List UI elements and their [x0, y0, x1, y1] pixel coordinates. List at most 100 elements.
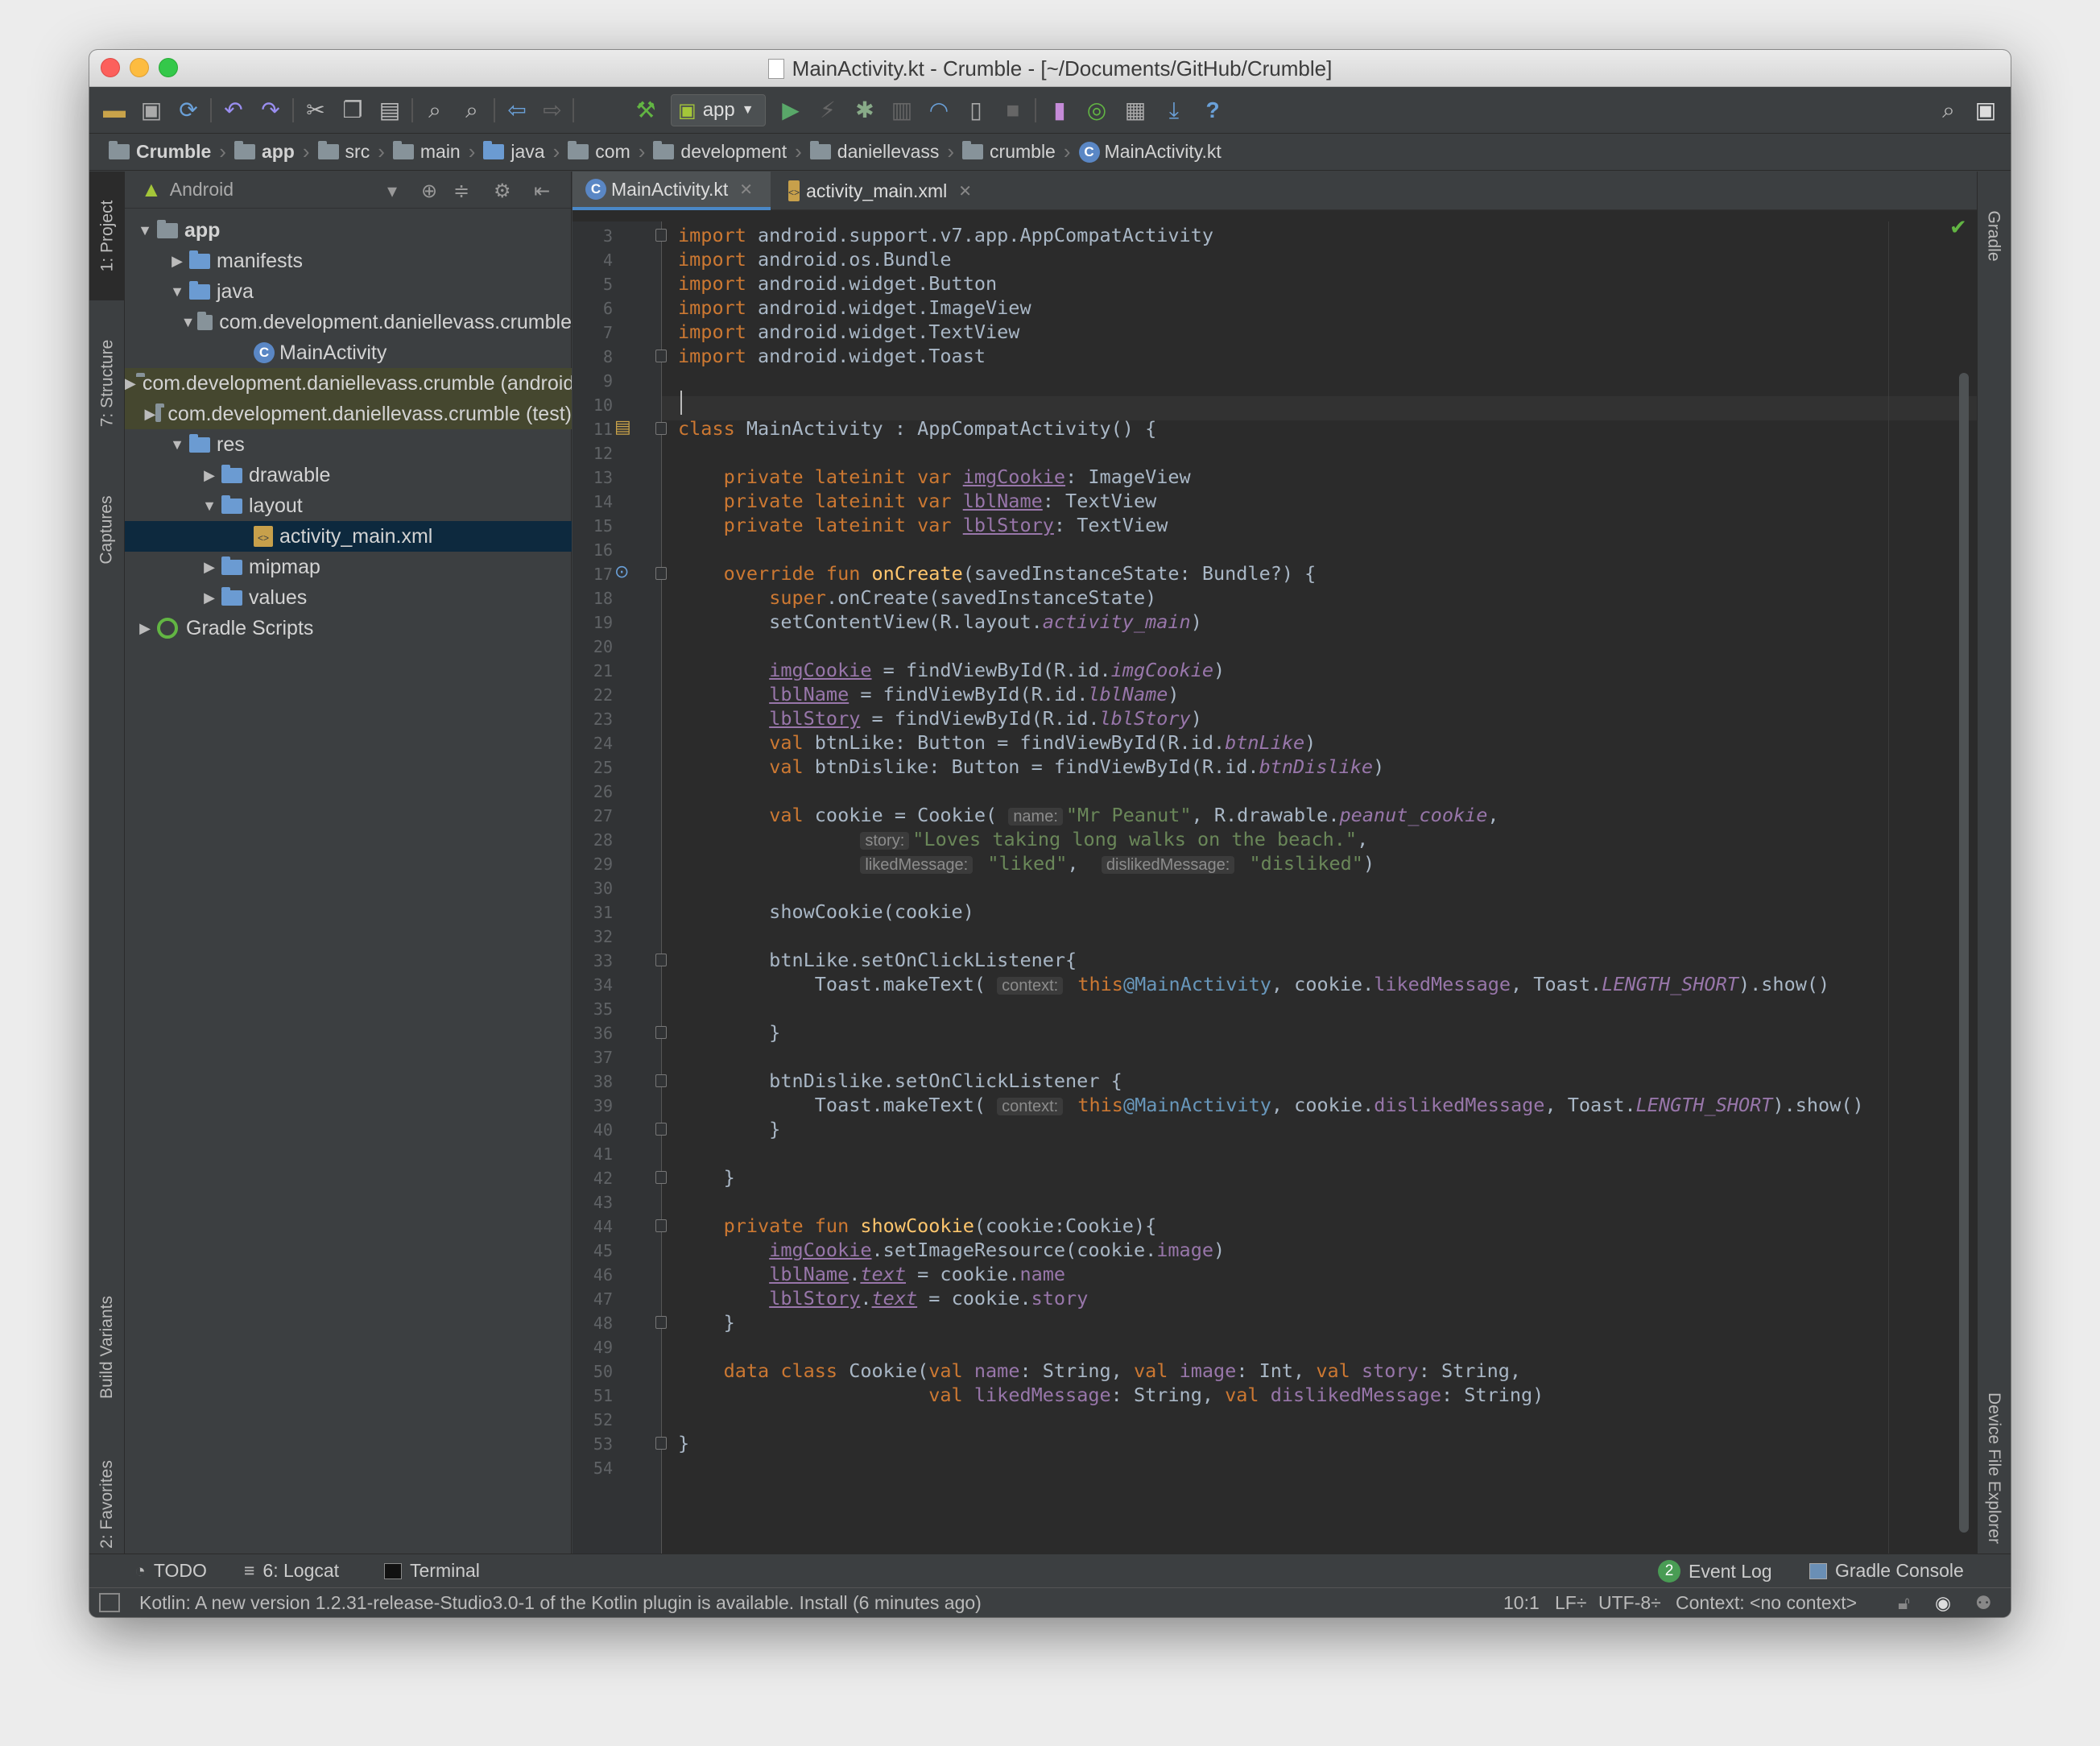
code-line[interactable]: lblName = findViewById(R.id.lblName) [678, 682, 1179, 706]
gear-icon[interactable]: ⚙ [494, 180, 511, 203]
gradle-console-tool-button[interactable]: Gradle Console [1809, 1560, 1964, 1582]
code-line[interactable]: lblName.text = cookie.name [678, 1262, 1065, 1286]
redo-icon[interactable]: ↷ [255, 95, 286, 126]
tool-tab-captures[interactable]: Captures [89, 470, 125, 590]
undo-icon[interactable]: ↶ [218, 95, 249, 126]
code-line[interactable]: showCookie(cookie) [678, 900, 974, 924]
code-line[interactable]: import android.support.v7.app.AppCompatA… [678, 223, 1213, 247]
tool-tab-build-variants[interactable]: Build Variants [89, 1267, 125, 1428]
lock-icon[interactable]: 🔓︎ [1898, 1592, 1910, 1614]
code-line[interactable]: import android.widget.ImageView [678, 296, 1031, 320]
code-line[interactable]: } [678, 1020, 780, 1045]
run-configuration-select[interactable]: ▣ app ▼ [671, 94, 766, 126]
chevron-down-icon[interactable]: ▾ [387, 180, 397, 203]
code-line[interactable]: data class Cookie(val name: String, val … [678, 1359, 1521, 1383]
cut-icon[interactable]: ✂ [300, 95, 331, 126]
breadcrumb-item[interactable]: main [388, 141, 465, 163]
code-line[interactable]: import android.widget.Button [678, 271, 997, 296]
project-tree-item[interactable]: ▼ com.development.daniellevass.crumble [125, 307, 572, 337]
code-line[interactable]: private lateinit var lblName: TextView [678, 489, 1157, 513]
breadcrumb-item[interactable]: development [648, 141, 792, 163]
project-tree-item[interactable]: ▶ com.development.daniellevass.crumble (a… [125, 368, 572, 399]
code-line[interactable]: val cookie = Cookie( name: "Mr Peanut", R… [678, 803, 1499, 827]
code-line[interactable]: private lateinit var lblStory: TextView [678, 513, 1168, 537]
scroll-from-source-icon[interactable]: ⊕ [421, 180, 437, 203]
code-line[interactable]: setContentView(R.layout.activity_main) [678, 610, 1202, 634]
project-tree-item[interactable]: ▼ res [125, 429, 572, 460]
tool-tab-device-file-explorer[interactable]: Device File Explorer [1977, 1380, 2011, 1557]
collapsed-arrow-icon[interactable]: ▶ [165, 253, 189, 270]
code-line[interactable]: import android.widget.TextView [678, 320, 1019, 344]
project-tree-item[interactable]: ▶ com.development.daniellevass.crumble (t… [125, 399, 572, 429]
sync-icon[interactable]: ⟳ [173, 95, 204, 126]
override-method-icon[interactable]: ⊙ [614, 561, 629, 582]
expanded-arrow-icon[interactable]: ▼ [133, 222, 157, 239]
expanded-arrow-icon[interactable]: ▼ [165, 436, 189, 453]
project-tree-item[interactable]: <> activity_main.xml [125, 521, 572, 552]
user-avatar-icon[interactable]: ▣ [1970, 95, 2001, 126]
code-line[interactable]: Toast.makeText( context: this@MainActivi… [678, 972, 1829, 996]
toggle-tool-windows-icon[interactable] [99, 1593, 120, 1612]
code-line[interactable]: story: "Loves taking long walks on the be… [678, 827, 1368, 851]
encoding-select[interactable]: UTF-8÷ [1598, 1592, 1661, 1614]
breadcrumb-item[interactable]: java [478, 141, 549, 163]
editor-scrollbar[interactable] [1959, 373, 1969, 1533]
code-line[interactable]: lblStory.text = cookie.story [678, 1286, 1088, 1310]
collapsed-arrow-icon[interactable]: ▶ [144, 406, 155, 423]
expanded-arrow-icon[interactable]: ▼ [197, 498, 221, 515]
project-structure-icon[interactable]: ▦ [1120, 95, 1151, 126]
debug-icon[interactable]: ✱ [850, 95, 880, 126]
tool-tab-favorites[interactable]: 2: Favorites [89, 1444, 125, 1565]
code-line[interactable]: imgCookie = findViewById(R.id.imgCookie) [678, 658, 1225, 682]
project-tree-item[interactable]: ▶ mipmap [125, 552, 572, 582]
code-line[interactable]: override fun onCreate(savedInstanceState… [678, 561, 1317, 585]
collapsed-arrow-icon[interactable]: ▶ [125, 375, 136, 392]
copy-icon[interactable]: ❐ [337, 95, 368, 126]
breadcrumb-item[interactable]: app [229, 141, 300, 163]
close-tab-icon[interactable]: ✕ [739, 180, 753, 200]
code-line[interactable]: super.onCreate(savedInstanceState) [678, 585, 1156, 610]
status-message[interactable]: Kotlin: A new version 1.2.31-release-Stu… [139, 1592, 982, 1614]
tab-activity-main-xml[interactable]: <> activity_main.xml ✕ [775, 172, 985, 210]
code-line[interactable]: import android.widget.Toast [678, 344, 986, 368]
event-log-tool-button[interactable]: 2 Event Log [1658, 1560, 1772, 1583]
project-tree-item[interactable]: ▼ java [125, 276, 572, 307]
expanded-arrow-icon[interactable]: ▼ [179, 314, 196, 331]
coverage-icon[interactable]: ▥ [887, 95, 917, 126]
collapsed-arrow-icon[interactable]: ▶ [197, 559, 221, 576]
tab-mainactivity-kt[interactable]: C MainActivity.kt ✕ [573, 172, 771, 210]
collapsed-arrow-icon[interactable]: ▶ [133, 620, 157, 637]
terminal-tool-button[interactable]: Terminal [384, 1560, 480, 1582]
breadcrumb-item[interactable]: com [563, 141, 635, 163]
project-tree-item[interactable]: ▶ values [125, 582, 572, 613]
layout-xml-gutter-icon[interactable]: ▤ [614, 416, 631, 437]
collapse-all-icon[interactable]: ≑ [453, 180, 469, 203]
breadcrumb-item[interactable]: src [313, 141, 375, 163]
code-line[interactable]: lblStory = findViewById(R.id.lblStory) [678, 706, 1202, 730]
line-separator-select[interactable]: LF÷ [1555, 1592, 1586, 1614]
project-tree-item[interactable]: ▼ layout [125, 490, 572, 521]
code-line[interactable]: btnLike.setOnClickListener{ [678, 948, 1077, 972]
project-tree-item[interactable]: C MainActivity [125, 337, 572, 368]
code-line[interactable]: import android.os.Bundle [678, 247, 952, 271]
open-folder-icon[interactable]: ▬ [99, 95, 130, 126]
context-indicator[interactable]: Context: <no context> [1676, 1592, 1857, 1614]
todo-tool-button[interactable]: ◔ TODO [134, 1560, 207, 1582]
paste-icon[interactable]: ▤ [374, 95, 405, 126]
inspector-eye-icon[interactable]: ◉ [1935, 1592, 1951, 1614]
code-line[interactable]: } [678, 1310, 735, 1334]
apply-changes-icon[interactable]: ⚡ [812, 95, 843, 126]
event-hector-icon[interactable]: ⚉ [1975, 1592, 1992, 1614]
sdk-manager-icon[interactable]: ⤓ [1159, 95, 1189, 126]
attach-debugger-icon[interactable]: ▯ [961, 95, 991, 126]
replace-icon[interactable]: ⌕ [457, 95, 487, 126]
code-line[interactable]: private lateinit var imgCookie: ImageVie… [678, 465, 1191, 489]
breadcrumb-item[interactable]: daniellevass [805, 141, 945, 163]
code-line[interactable]: btnDislike.setOnClickListener { [678, 1069, 1122, 1093]
gradle-sync-icon[interactable]: ◎ [1081, 95, 1112, 126]
tool-tab-structure[interactable]: 7: Structure [89, 307, 125, 460]
breadcrumb-item[interactable]: C MainActivity.kt [1074, 141, 1226, 163]
project-view-select[interactable]: Android [170, 179, 234, 201]
code-line[interactable]: val btnDislike: Button = findViewById(R.… [678, 755, 1384, 779]
find-icon[interactable]: ⌕ [420, 95, 450, 126]
